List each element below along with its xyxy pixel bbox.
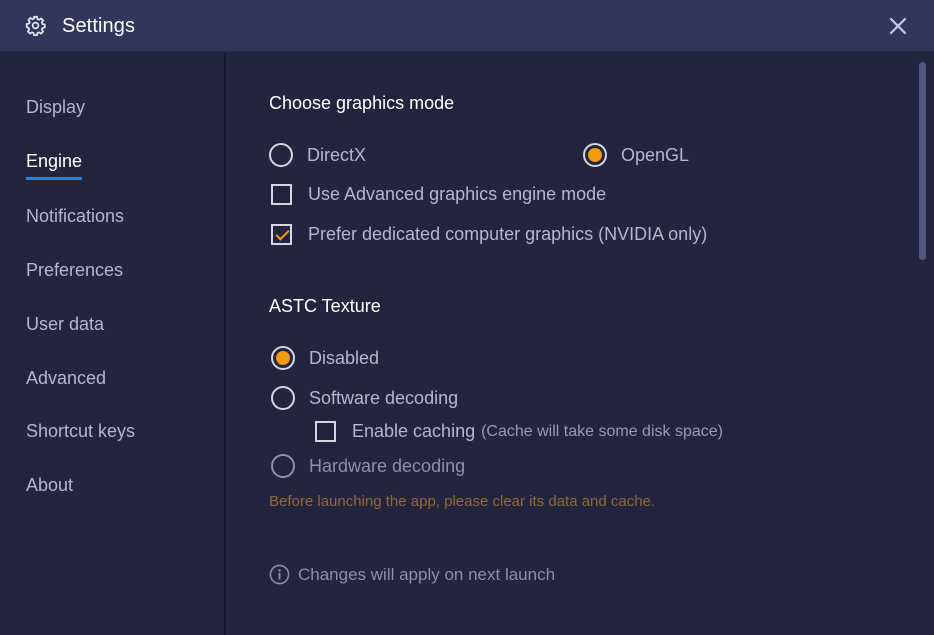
sidebar-item-about[interactable]: About <box>26 475 73 496</box>
astc-software-option[interactable]: Software decoding <box>271 386 458 410</box>
sidebar-item-preferences[interactable]: Preferences <box>26 260 123 281</box>
astc-disabled-option[interactable]: Disabled <box>271 346 379 370</box>
advanced-engine-checkbox[interactable] <box>271 184 292 205</box>
enable-caching-checkbox[interactable] <box>315 421 336 442</box>
graphics-mode-title: Choose graphics mode <box>269 93 455 113</box>
astc-disabled-radio[interactable] <box>271 346 295 370</box>
astc-software-label: Software decoding <box>309 387 459 408</box>
restart-note: Changes will apply on next launch <box>269 564 555 585</box>
astc-warning-text: Before launching the app, please clear i… <box>269 493 656 510</box>
opengl-label: OpenGL <box>621 144 690 165</box>
sidebar: Display Engine Notifications Preferences… <box>0 53 226 635</box>
sidebar-item-engine[interactable]: Engine <box>26 151 83 180</box>
astc-hardware-radio[interactable] <box>271 454 295 478</box>
enable-caching-label: Enable caching <box>352 421 476 441</box>
content-scrollbar[interactable] <box>919 62 926 260</box>
sidebar-item-shortcut-keys[interactable]: Shortcut keys <box>26 421 135 442</box>
astc-software-radio[interactable] <box>271 386 295 410</box>
directx-label: DirectX <box>307 144 367 165</box>
advanced-engine-option[interactable]: Use Advanced graphics engine mode <box>271 184 606 205</box>
directx-radio-option[interactable]: DirectX <box>269 143 366 167</box>
window-title: Settings <box>62 15 136 37</box>
dedicated-gpu-option[interactable]: Prefer dedicated computer graphics (NVID… <box>271 224 707 245</box>
restart-note-text: Changes will apply on next launch <box>298 564 556 584</box>
enable-caching-note: (Cache will take some disk space) <box>481 422 723 440</box>
enable-caching-option[interactable]: Enable caching (Cache will take some dis… <box>315 421 723 442</box>
dedicated-gpu-checkbox[interactable] <box>271 224 292 245</box>
astc-disabled-label: Disabled <box>309 347 380 368</box>
info-icon <box>269 564 290 585</box>
sidebar-item-display[interactable]: Display <box>26 97 85 118</box>
astc-texture-title: ASTC Texture <box>269 296 381 316</box>
advanced-engine-label: Use Advanced graphics engine mode <box>308 184 607 204</box>
opengl-radio-option[interactable]: OpenGL <box>583 143 689 167</box>
gear-icon <box>25 15 46 36</box>
engine-settings-panel: Choose graphics mode DirectX OpenGL Use … <box>228 53 934 635</box>
sidebar-item-user-data[interactable]: User data <box>26 314 104 335</box>
astc-hardware-label: Hardware decoding <box>309 455 466 476</box>
astc-hardware-option[interactable]: Hardware decoding <box>271 454 465 478</box>
directx-radio[interactable] <box>269 143 293 167</box>
dedicated-gpu-label: Prefer dedicated computer graphics (NVID… <box>308 224 708 244</box>
title-bar: Settings <box>0 0 934 52</box>
sidebar-item-advanced[interactable]: Advanced <box>26 368 106 389</box>
opengl-radio[interactable] <box>583 143 607 167</box>
sidebar-item-notifications[interactable]: Notifications <box>26 206 124 227</box>
close-icon[interactable] <box>884 12 912 40</box>
